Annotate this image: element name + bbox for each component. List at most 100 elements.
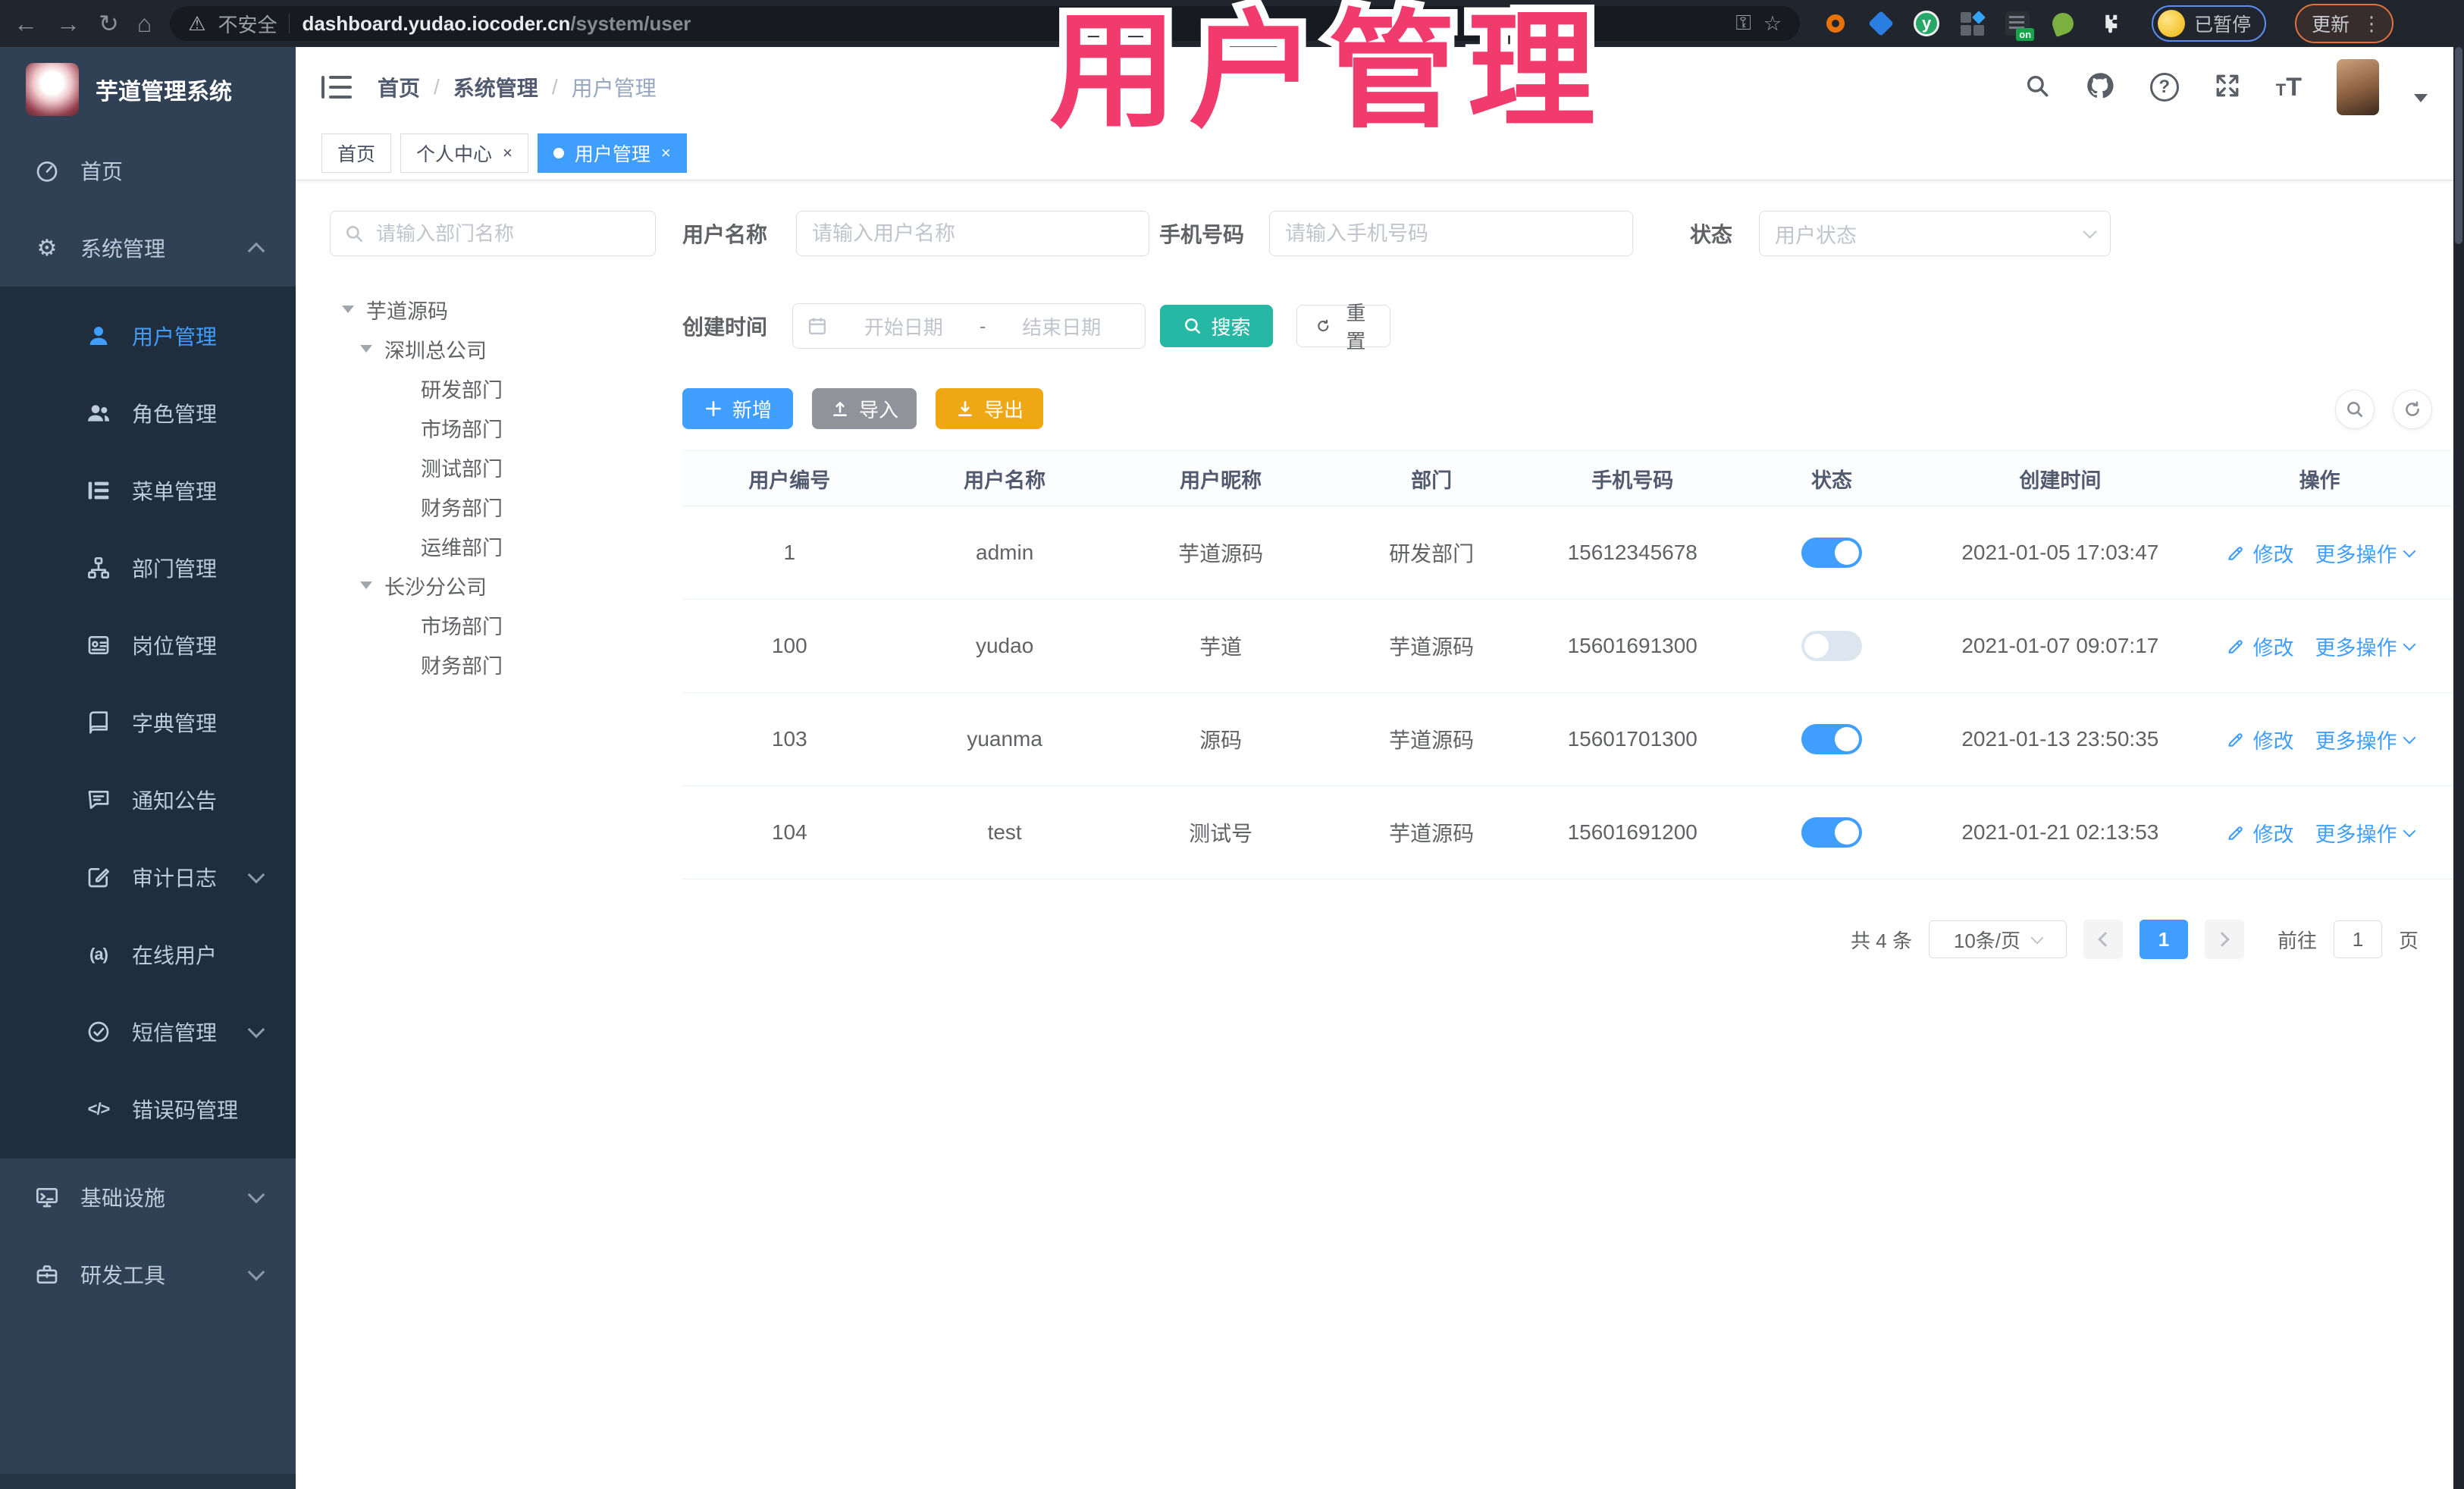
- import-button[interactable]: 导入: [812, 388, 917, 429]
- more-actions-link[interactable]: 更多操作: [2315, 725, 2397, 754]
- sidebar-item-system[interactable]: ⚙ 系统管理: [0, 209, 296, 287]
- reload-icon[interactable]: ↻: [99, 11, 119, 36]
- tree-node-company[interactable]: 长沙分公司: [330, 566, 656, 605]
- tree-node-dept[interactable]: 财务部门: [330, 487, 656, 526]
- extension-on-badge-icon[interactable]: on: [2005, 11, 2035, 41]
- back-icon[interactable]: ←: [14, 11, 38, 36]
- extension-orange-ring-icon[interactable]: [1823, 11, 1848, 36]
- search-button[interactable]: 搜索: [1160, 305, 1274, 347]
- status-toggle[interactable]: [1801, 538, 1862, 568]
- more-actions-link[interactable]: 更多操作: [2315, 818, 2397, 848]
- page-scrollbar[interactable]: [2453, 47, 2464, 1489]
- sidebar-item-users[interactable]: 用户管理: [0, 297, 296, 375]
- sidebar-item-online-users[interactable]: (a) 在线用户: [0, 916, 296, 993]
- help-icon[interactable]: ?: [2149, 73, 2179, 102]
- sidebar-item-departments[interactable]: 部门管理: [0, 529, 296, 607]
- prev-page-button[interactable]: [2083, 920, 2123, 959]
- refresh-table-button[interactable]: [2393, 390, 2432, 429]
- extension-blue-gem-icon[interactable]: [1868, 11, 1895, 36]
- infrastructure-icon: [33, 1183, 61, 1211]
- status-toggle[interactable]: [1801, 631, 1862, 661]
- tab-home[interactable]: 首页: [321, 133, 392, 173]
- column-header: 用户名称: [964, 469, 1046, 492]
- sidebar-item-menus[interactable]: 菜单管理: [0, 452, 296, 529]
- sidebar-item-roles[interactable]: 角色管理: [0, 375, 296, 452]
- tab-user-management[interactable]: 用户管理 ×: [537, 133, 687, 173]
- add-button[interactable]: 新增: [682, 388, 793, 429]
- extensions-puzzle-icon[interactable]: [2096, 11, 2121, 36]
- breadcrumb-section[interactable]: 系统管理: [453, 72, 538, 102]
- extension-green-y-icon[interactable]: y: [1914, 11, 1940, 36]
- annotation-title-text: 用户管理: [1049, 0, 1607, 143]
- browser-update-button[interactable]: 更新 ⋮: [2295, 4, 2394, 43]
- sidebar-item-posts[interactable]: 岗位管理: [0, 607, 296, 684]
- browser-menu-icon[interactable]: ⋮: [2362, 12, 2381, 36]
- scrollbar-thumb[interactable]: [2455, 47, 2462, 244]
- sidebar-item-sms[interactable]: 短信管理: [0, 993, 296, 1071]
- close-icon[interactable]: ×: [661, 145, 671, 161]
- edit-link[interactable]: 修改: [2253, 725, 2294, 754]
- cell-user-id: 103: [771, 727, 807, 751]
- more-actions-link[interactable]: 更多操作: [2315, 538, 2397, 568]
- username-input[interactable]: [796, 211, 1150, 256]
- tree-node-dept[interactable]: 财务部门: [330, 644, 656, 684]
- table-row: 103 yuanma 源码 芋道源码 15601701300 2021-01-1…: [682, 693, 2453, 786]
- more-actions-link[interactable]: 更多操作: [2315, 632, 2397, 661]
- status-toggle[interactable]: [1801, 817, 1862, 848]
- forward-icon[interactable]: →: [56, 11, 80, 36]
- tree-node-dept[interactable]: 测试部门: [330, 447, 656, 487]
- sidebar-item-label: 基础设施: [80, 1186, 166, 1210]
- page-size-select[interactable]: 10条/页: [1928, 920, 2067, 958]
- browser-profile-button[interactable]: 已暂停: [2152, 5, 2267, 42]
- dept-search-input[interactable]: [375, 221, 641, 246]
- status-toggle[interactable]: [1801, 724, 1862, 754]
- github-icon[interactable]: [2085, 71, 2115, 105]
- tree-expand-icon[interactable]: [342, 306, 354, 313]
- avatar-caret-icon[interactable]: [2414, 93, 2428, 102]
- sidebar-item-infrastructure[interactable]: 基础设施: [0, 1158, 296, 1236]
- show-search-toggle-button[interactable]: [2335, 390, 2375, 429]
- url-path: /system/user: [570, 11, 691, 35]
- search-icon[interactable]: [2024, 73, 2050, 102]
- sidebar-item-error-codes[interactable]: </> 错误码管理: [0, 1071, 296, 1148]
- home-icon[interactable]: ⌂: [137, 11, 152, 36]
- tree-node-company[interactable]: 深圳总公司: [330, 329, 656, 368]
- tree-node-label: 市场部门: [421, 615, 503, 638]
- dept-search-box[interactable]: [330, 211, 656, 256]
- next-page-button[interactable]: [2204, 920, 2244, 959]
- extension-green-blob-icon[interactable]: [2049, 10, 2077, 37]
- fullscreen-icon[interactable]: [2214, 72, 2241, 103]
- sidebar-item-audit-log[interactable]: 审计日志: [0, 839, 296, 916]
- goto-page-input[interactable]: [2333, 920, 2382, 958]
- tree-node-dept[interactable]: 研发部门: [330, 368, 656, 408]
- export-button[interactable]: 导出: [936, 388, 1043, 429]
- reset-button[interactable]: 重置: [1296, 302, 1391, 353]
- collapse-sidebar-icon[interactable]: [321, 74, 352, 100]
- breadcrumb-home[interactable]: 首页: [378, 72, 420, 102]
- tree-node-dept[interactable]: 运维部门: [330, 526, 656, 566]
- app-logo[interactable]: 芋道管理系统: [0, 47, 296, 132]
- mobile-input[interactable]: [1269, 211, 1634, 256]
- tree-node-dept[interactable]: 市场部门: [330, 605, 656, 644]
- edit-link[interactable]: 修改: [2253, 538, 2294, 568]
- tree-node-dept[interactable]: 市场部门: [330, 408, 656, 447]
- tree-node-root[interactable]: 芋道源码: [330, 290, 656, 329]
- edit-link[interactable]: 修改: [2253, 818, 2294, 848]
- date-range-picker[interactable]: 开始日期 - 结束日期: [792, 303, 1146, 349]
- current-page-button[interactable]: 1: [2139, 920, 2188, 959]
- close-icon[interactable]: ×: [503, 145, 513, 161]
- font-size-icon[interactable]: TT: [2276, 73, 2302, 102]
- extension-grid-icon[interactable]: [1959, 10, 1986, 36]
- tree-expand-icon[interactable]: [360, 581, 372, 589]
- sidebar-item-dev-tools[interactable]: 研发工具: [0, 1236, 296, 1313]
- sidebar-item-notices[interactable]: 通知公告: [0, 761, 296, 839]
- password-key-icon[interactable]: ⚿: [1735, 11, 1751, 36]
- user-avatar[interactable]: [2337, 59, 2379, 115]
- edit-link[interactable]: 修改: [2253, 632, 2294, 661]
- sidebar-item-home[interactable]: 首页: [0, 132, 296, 209]
- tree-expand-icon[interactable]: [360, 345, 372, 353]
- bookmark-star-icon[interactable]: ☆: [1763, 12, 1782, 36]
- sidebar-item-dicts[interactable]: 字典管理: [0, 684, 296, 761]
- tab-profile[interactable]: 个人中心 ×: [400, 133, 528, 173]
- status-select[interactable]: 用户状态: [1759, 211, 2111, 256]
